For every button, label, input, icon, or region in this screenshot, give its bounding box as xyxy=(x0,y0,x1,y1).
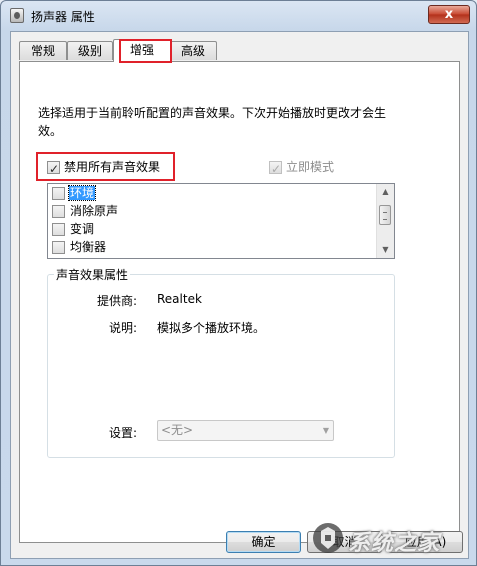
checkbox-checked-disabled-icon xyxy=(269,159,282,179)
ok-button[interactable]: 确定 xyxy=(226,531,301,553)
enhancements-description: 选择适用于当前聆听配置的声音效果。下次开始播放时更改才会生效。 xyxy=(38,106,387,138)
group-title: 声音效果属性 xyxy=(54,266,131,283)
cancel-button[interactable]: 取消 xyxy=(307,531,382,553)
settings-label: 设置: xyxy=(109,426,138,440)
immediate-mode-label: 立即模式 xyxy=(286,160,335,174)
checkbox-unchecked-icon[interactable] xyxy=(52,187,65,200)
close-button[interactable]: x xyxy=(428,5,470,24)
effect-properties-group: 声音效果属性 提供商: Realtek 说明: 模拟多个播放环境。 设置: <无… xyxy=(47,266,395,458)
checkbox-unchecked-icon[interactable] xyxy=(52,205,65,218)
scroll-thumb[interactable] xyxy=(379,205,391,225)
list-item[interactable]: 变调 xyxy=(52,221,95,238)
effect-label: 均衡器 xyxy=(70,240,107,254)
immediate-mode-checkbox: 立即模式 xyxy=(269,157,335,179)
effects-list[interactable]: 环境 消除原声 变调 均衡器 ▲ ▼ xyxy=(47,183,395,259)
settings-dropdown-value: <无> xyxy=(161,423,194,437)
tab-levels[interactable]: 级别 xyxy=(67,41,113,60)
tab-advanced[interactable]: 高级 xyxy=(169,41,217,60)
settings-dropdown: <无> ▼ xyxy=(157,420,334,441)
description-label: 说明: xyxy=(109,321,138,335)
speaker-icon xyxy=(10,8,24,23)
properties-window: 扬声器 属性 x 常规 级别 增强 高级 选择适用于当前聆听配置的声音效果。下次… xyxy=(0,0,477,566)
provider-value: Realtek xyxy=(157,292,202,306)
effect-label: 变调 xyxy=(70,222,95,236)
list-item[interactable]: 消除原声 xyxy=(52,203,119,220)
dialog-client-area: 常规 级别 增强 高级 选择适用于当前聆听配置的声音效果。下次开始播放时更改才会… xyxy=(10,31,469,559)
list-item[interactable]: 均衡器 xyxy=(52,239,107,256)
tab-general[interactable]: 常规 xyxy=(19,41,67,60)
checkbox-unchecked-icon[interactable] xyxy=(52,241,65,254)
scroll-down-arrow-icon[interactable]: ▼ xyxy=(377,242,394,258)
apply-button[interactable]: 应用(A) xyxy=(388,531,463,553)
disable-all-effects-checkbox[interactable]: 禁用所有声音效果 xyxy=(47,157,161,179)
enhancements-panel: 选择适用于当前聆听配置的声音效果。下次开始播放时更改才会生效。 禁用所有声音效果… xyxy=(19,61,460,543)
tab-enhancements[interactable]: 增强 xyxy=(113,39,171,62)
scroll-up-arrow-icon[interactable]: ▲ xyxy=(377,184,394,200)
checkbox-unchecked-icon[interactable] xyxy=(52,223,65,236)
window-title: 扬声器 属性 xyxy=(31,10,95,24)
description-value: 模拟多个播放环境。 xyxy=(157,321,266,335)
list-item[interactable]: 环境 xyxy=(52,185,97,202)
title-bar[interactable]: 扬声器 属性 x xyxy=(1,1,476,31)
list-scrollbar[interactable]: ▲ ▼ xyxy=(376,184,394,258)
checkbox-checked-icon[interactable] xyxy=(47,159,60,179)
effect-label: 消除原声 xyxy=(70,204,119,218)
provider-label: 提供商: xyxy=(97,294,138,308)
disable-all-effects-label: 禁用所有声音效果 xyxy=(64,160,161,174)
chevron-down-icon: ▼ xyxy=(322,426,329,435)
effect-label: 环境 xyxy=(67,185,97,201)
